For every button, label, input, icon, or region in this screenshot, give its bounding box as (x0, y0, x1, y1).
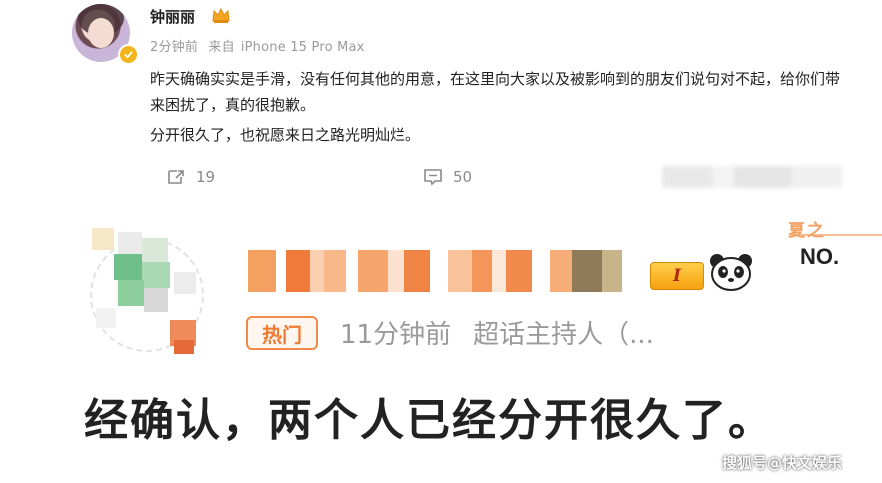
repost-icon (168, 170, 184, 184)
comment-button[interactable]: 50 (423, 168, 472, 186)
verified-icon (118, 44, 139, 65)
quoted-meta: 11分钟前 超话主持人（... (340, 314, 654, 351)
crown-icon (211, 6, 231, 28)
watermark: 搜狐号@快文娱乐 (722, 454, 843, 472)
panda-icon (708, 252, 754, 296)
post-source[interactable]: iPhone 15 Pro Max (241, 40, 365, 55)
promo-banner-text: 夏之 (788, 221, 826, 241)
pixelated-username (248, 250, 622, 292)
rank-badge: I (650, 262, 704, 290)
hot-tag[interactable]: 热门 (246, 316, 318, 350)
quoted-time: 11分钟前 (340, 320, 452, 350)
quoted-source: 超话主持人（... (473, 320, 654, 350)
post-body: 昨天确确实实是手滑，没有任何其他的用意，在这里向大家以及被影响到的朋友们说句对不… (150, 66, 840, 148)
repost-button[interactable]: 19 (166, 168, 215, 186)
blurred-like-area (662, 166, 842, 188)
post-meta: 2分钟前 来自 iPhone 15 Pro Max (150, 36, 371, 55)
quoted-body-text: 经确认，两个人已经分开很久了。 (84, 395, 774, 446)
comment-icon (424, 169, 442, 186)
post-paragraph: 昨天确确实实是手滑，没有任何其他的用意，在这里向大家以及被影响到的朋友们说句对不… (150, 70, 841, 114)
promo-divider (790, 234, 882, 236)
source-prefix: 来自 (208, 40, 235, 55)
repost-count: 19 (196, 168, 216, 186)
username[interactable]: 钟丽丽 (150, 6, 195, 27)
post-paragraph: 分开很久了，也祝愿来日之路光明灿烂。 (150, 126, 421, 144)
promo-number: NO. (800, 244, 840, 269)
post-time: 2分钟前 (150, 40, 199, 55)
pixelated-avatar (84, 228, 212, 358)
comment-count: 50 (453, 168, 473, 186)
